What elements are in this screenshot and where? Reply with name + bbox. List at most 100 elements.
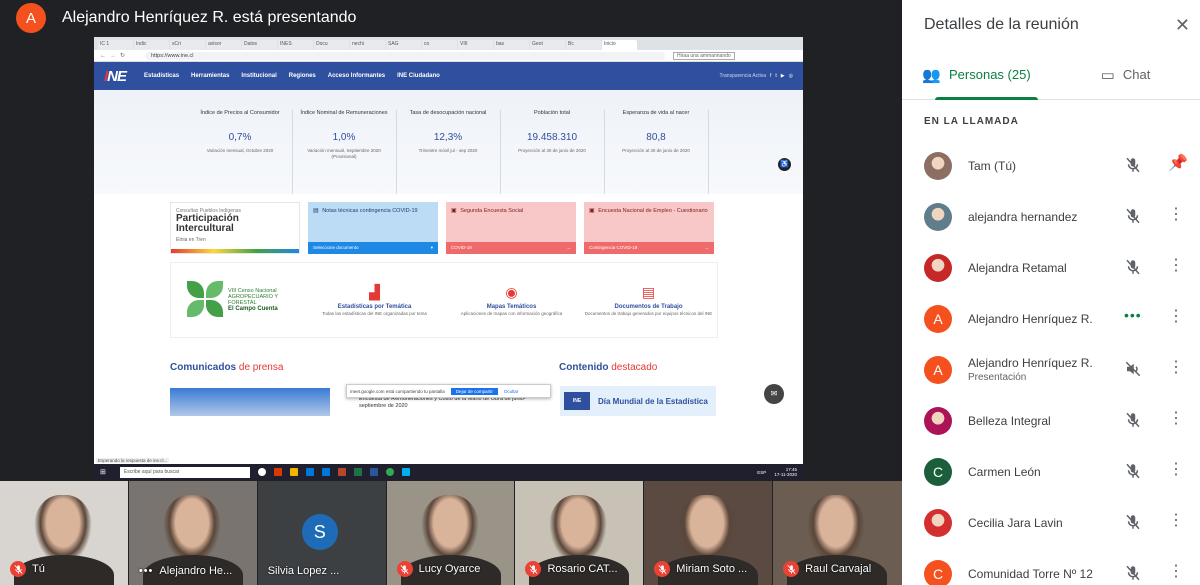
mic-off-icon[interactable]: [1124, 207, 1142, 225]
twitter-icon[interactable]: t: [775, 73, 776, 79]
tema-item[interactable]: ▟ Estadísticas por Temática Todas las esta…: [306, 284, 443, 317]
pin-icon[interactable]: 📌: [1168, 153, 1188, 173]
mic-off-icon[interactable]: [1124, 462, 1142, 480]
nav-item[interactable]: Institucional: [241, 73, 276, 79]
browser-tab[interactable]: Docu: [314, 40, 349, 50]
back-arrow-icon[interactable]: ←: [100, 53, 106, 59]
nav-item[interactable]: Estadísticas: [144, 73, 179, 79]
participant-row[interactable]: Belleza Integral ⋮: [902, 395, 1200, 446]
browser-tab[interactable]: Geot: [530, 40, 565, 50]
notas-select[interactable]: Seleccione documento ▾: [308, 242, 438, 254]
participant-tile[interactable]: Tú: [0, 481, 128, 585]
mic-off-icon[interactable]: [1124, 156, 1142, 174]
stop-sharing-button[interactable]: Dejar de compartir: [450, 387, 498, 395]
browser-tab[interactable]: sCri: [170, 40, 205, 50]
forward-arrow-icon[interactable]: →: [110, 53, 116, 59]
more-options-icon[interactable]: ⋮: [1168, 204, 1184, 224]
tema-item[interactable]: ◉ Mapas Temáticos Aplicaciones de mapas co…: [443, 284, 580, 317]
participant-row[interactable]: Alejandra Retamal ⋮: [902, 242, 1200, 293]
windows-search-box[interactable]: Escribe aquí para buscar: [119, 466, 250, 478]
browser-tab[interactable]: Datos: [242, 40, 277, 50]
taskbar-clock[interactable]: 17:45 17-11-2020: [774, 467, 797, 477]
participant-tile[interactable]: S Silvia Lopez ...: [257, 481, 386, 585]
participant-tile[interactable]: Miriam Soto ...: [644, 481, 773, 585]
segunda-encuesta-card[interactable]: ▣ Segunda Encuesta Social COVID-19 →: [446, 202, 576, 254]
browser-tab[interactable]: INES: [278, 40, 313, 50]
participant-row[interactable]: A Alejandro Henríquez R. Presentación ⋮: [902, 344, 1200, 395]
censo-agropecuario-banner[interactable]: VIII Censo Nacional AGROPECUARIO Y FORES…: [171, 281, 306, 319]
reload-icon[interactable]: ↻: [120, 52, 125, 59]
youtube-icon[interactable]: ▶: [781, 73, 785, 79]
browser-tab[interactable]: avisor: [206, 40, 241, 50]
tab-chat[interactable]: ▭ Chat: [1051, 50, 1200, 99]
tab-people[interactable]: 👥 Personas (25): [902, 50, 1051, 99]
windows-start-icon[interactable]: ⊞: [100, 468, 106, 476]
browser-tab[interactable]: Bc: [566, 40, 601, 50]
browser-tab[interactable]: VIII: [458, 40, 493, 50]
file-explorer-icon[interactable]: [289, 468, 298, 476]
stat-block[interactable]: Índice de Precios al Consumidor 0,7% Varia…: [189, 110, 293, 194]
chat-bubble-icon[interactable]: ✉: [764, 384, 784, 404]
participant-tile[interactable]: Raul Carvajal: [773, 481, 903, 585]
speaker-off-icon[interactable]: [1124, 360, 1142, 378]
office-icon[interactable]: [273, 468, 282, 476]
participant-row[interactable]: C Comunidad Torre Nº 12 ⋮: [902, 548, 1200, 585]
stat-block[interactable]: Esperanza de vida al nacer 80,8 Proyección…: [605, 110, 709, 194]
more-options-icon[interactable]: ⋮: [1168, 306, 1184, 326]
transparencia-link[interactable]: Transparencia Activa: [719, 73, 766, 79]
find-box[interactable]: Hiraa una ammannando: [673, 51, 735, 60]
powerpoint-icon[interactable]: [337, 468, 346, 476]
nav-item[interactable]: Regiones: [289, 73, 316, 79]
stat-block[interactable]: Índice Nominal de Remuneraciones 1,0% Vari…: [293, 110, 397, 194]
more-options-icon[interactable]: ⋮: [1168, 561, 1184, 581]
language-indicator[interactable]: ESP: [757, 470, 766, 475]
more-options-icon[interactable]: ⋮: [1168, 255, 1184, 275]
participant-tile[interactable]: ••• Alejandro He...: [128, 481, 257, 585]
browser-tab[interactable]: nechi: [350, 40, 385, 50]
browser-tab[interactable]: Inicio: [602, 40, 637, 50]
nav-item[interactable]: Herramientas: [191, 73, 229, 79]
participacion-card[interactable]: Consultas Pueblos Indígenas Participació…: [170, 202, 300, 254]
skype-icon[interactable]: [401, 468, 410, 476]
more-options-icon[interactable]: ⋮: [1168, 459, 1184, 479]
participant-row[interactable]: Tam (Tú) 📌: [902, 140, 1200, 191]
mic-off-icon[interactable]: [1124, 513, 1142, 531]
hide-share-bar-button[interactable]: Ocultar: [504, 389, 519, 394]
chrome-icon[interactable]: [385, 468, 394, 476]
dia-mundial-banner[interactable]: INE Día Mundial de la Estadística: [560, 386, 716, 416]
participant-row[interactable]: A Alejandro Henríquez R. ••• ⋮: [902, 293, 1200, 344]
participant-row[interactable]: C Carmen León ⋮: [902, 446, 1200, 497]
participant-tile[interactable]: Lucy Oyarce: [386, 481, 515, 585]
facebook-icon[interactable]: f: [770, 73, 771, 79]
word-icon[interactable]: [369, 468, 378, 476]
stat-block[interactable]: Población total 19.458.310 Proyección al 3…: [501, 110, 605, 194]
notas-tecnicas-card[interactable]: ▤ Notas técnicas contingencia COVID-19 S…: [308, 202, 438, 254]
browser-tab[interactable]: IC 1: [98, 40, 133, 50]
participant-row[interactable]: Cecilia Jara Lavin ⋮: [902, 497, 1200, 548]
participant-row[interactable]: alejandra hernandez ⋮: [902, 191, 1200, 242]
excel-icon[interactable]: [353, 468, 362, 476]
more-options-icon[interactable]: ⋮: [1168, 408, 1184, 428]
more-options-icon[interactable]: ⋮: [1168, 357, 1184, 377]
address-bar[interactable]: https://www.ine.cl: [145, 51, 666, 60]
nav-item[interactable]: Acceso Informantes: [328, 73, 385, 79]
close-icon[interactable]: ✕: [1175, 15, 1190, 36]
mic-off-icon[interactable]: [1124, 258, 1142, 276]
ine-logo[interactable]: INE: [104, 68, 127, 85]
accessibility-icon[interactable]: ♿: [778, 158, 791, 171]
press-headline[interactable]: Encuesta de Remuneraciones y Costo de la…: [359, 396, 539, 410]
stat-block[interactable]: Tasa de desocupación nacional 12,3% Trimes…: [397, 110, 501, 194]
mic-off-icon[interactable]: [1124, 564, 1142, 582]
more-options-icon[interactable]: ⋮: [1168, 510, 1184, 530]
encuesta-empleo-card[interactable]: ▣ Encuesta Nacional de Empleo - Cuestion…: [584, 202, 714, 254]
mic-off-icon[interactable]: [1124, 411, 1142, 429]
mail-icon[interactable]: [321, 468, 330, 476]
browser-tab[interactable]: Indic: [134, 40, 169, 50]
press-image[interactable]: [170, 388, 330, 416]
tema-item[interactable]: ▤ Documentos de Trabajo Documentos de trab…: [580, 284, 717, 317]
nav-item[interactable]: INE Ciudadano: [397, 73, 440, 79]
browser-tab[interactable]: bas: [494, 40, 529, 50]
cortana-icon[interactable]: [257, 468, 266, 476]
instagram-icon[interactable]: ◎: [789, 73, 793, 79]
participant-tile[interactable]: Rosario CAT...: [515, 481, 644, 585]
